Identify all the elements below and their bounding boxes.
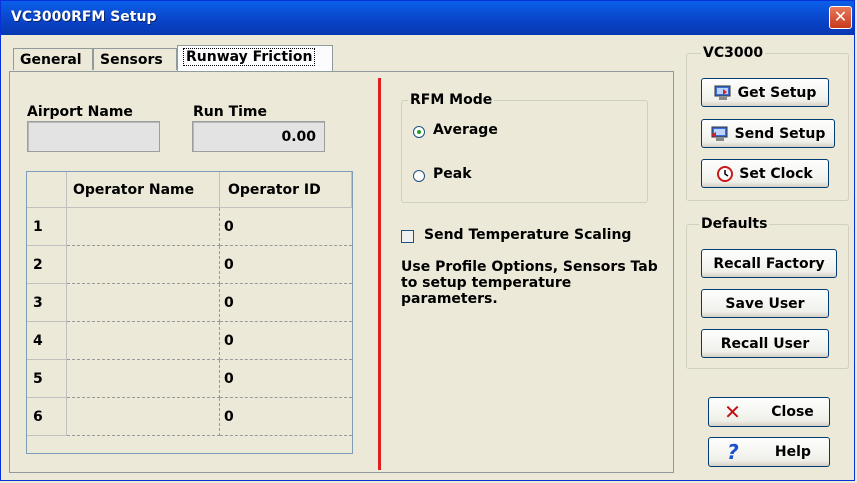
get-setup-button[interactable]: Get Setup <box>701 78 829 107</box>
setup-dialog: VC3000RFM Setup ✕ General Sensors Runway… <box>0 0 855 481</box>
recall-user-button[interactable]: Recall User <box>701 329 829 358</box>
send-temperature-scaling-label[interactable]: Send Temperature Scaling <box>424 227 631 243</box>
question-icon: ? <box>727 440 739 464</box>
operator-name-cell[interactable] <box>67 360 220 398</box>
average-radio-label[interactable]: Average <box>433 122 498 138</box>
close-button-label: Close <box>771 404 814 420</box>
row-number: 4 <box>27 322 67 360</box>
operator-name-cell[interactable] <box>67 208 220 246</box>
tab-general-label: General <box>20 52 82 68</box>
airport-name-label: Airport Name <box>27 104 133 120</box>
rfm-mode-title: RFM Mode <box>408 92 495 108</box>
set-clock-button[interactable]: Set Clock <box>701 159 829 188</box>
run-time-label: Run Time <box>193 104 268 120</box>
help-button-label: Help <box>774 444 811 460</box>
row-number: 6 <box>27 398 67 436</box>
airport-name-field[interactable] <box>27 121 160 152</box>
tab-runway-friction[interactable]: Runway Friction <box>177 45 333 72</box>
x-icon: ✕ <box>724 400 741 424</box>
operator-id-cell[interactable]: 0 <box>220 322 352 360</box>
grid-corner <box>27 172 67 208</box>
peak-radio-label[interactable]: Peak <box>433 166 472 182</box>
tab-sensors[interactable]: Sensors <box>93 48 177 70</box>
operator-id-cell[interactable]: 0 <box>220 246 352 284</box>
temperature-info-text: Use Profile Options, Sensors Tab to setu… <box>401 259 658 307</box>
operator-id-cell[interactable]: 0 <box>220 360 352 398</box>
close-window-button[interactable]: ✕ <box>829 6 852 29</box>
tab-general[interactable]: General <box>13 48 93 70</box>
get-setup-label: Get Setup <box>737 84 817 101</box>
vc3000-title: VC3000 <box>701 45 766 61</box>
close-button[interactable]: ✕ Close <box>708 397 830 427</box>
operator-id-cell[interactable]: 0 <box>220 208 352 246</box>
tab-sensors-label: Sensors <box>100 52 163 68</box>
clock-icon <box>717 165 734 182</box>
operator-id-cell[interactable]: 0 <box>220 284 352 322</box>
monitor-get-icon <box>714 85 732 101</box>
recall-factory-button[interactable]: Recall Factory <box>701 249 837 278</box>
red-divider <box>378 78 381 470</box>
send-setup-label: Send Setup <box>734 125 826 142</box>
operator-name-cell[interactable] <box>67 246 220 284</box>
monitor-send-icon <box>710 126 729 142</box>
title-bar[interactable]: VC3000RFM Setup ✕ <box>1 1 854 35</box>
row-number: 2 <box>27 246 67 284</box>
defaults-title: Defaults <box>699 216 770 232</box>
tab-runway-friction-label: Runway Friction <box>182 48 316 66</box>
save-user-button[interactable]: Save User <box>701 289 829 318</box>
row-number: 1 <box>27 208 67 246</box>
send-setup-button[interactable]: Send Setup <box>701 119 835 148</box>
operator-name-cell[interactable] <box>67 398 220 436</box>
operator-name-cell[interactable] <box>67 322 220 360</box>
help-button[interactable]: ? Help <box>708 437 830 467</box>
rfm-mode-group <box>401 100 648 203</box>
operator-name-cell[interactable] <box>67 284 220 322</box>
peak-radio[interactable] <box>413 170 425 182</box>
row-number: 5 <box>27 360 67 398</box>
row-number: 3 <box>27 284 67 322</box>
operator-id-cell[interactable]: 0 <box>220 398 352 436</box>
set-clock-label: Set Clock <box>739 165 813 182</box>
column-header-operator-id[interactable]: Operator ID <box>220 172 352 208</box>
send-temperature-scaling-checkbox[interactable] <box>401 230 414 243</box>
average-radio[interactable] <box>413 126 425 138</box>
operator-grid: Operator Name Operator ID 1 0 2 0 3 0 4 … <box>26 171 353 454</box>
window-title: VC3000RFM Setup <box>11 9 157 25</box>
column-header-operator-name[interactable]: Operator Name <box>67 172 220 208</box>
run-time-field: 0.00 <box>192 121 325 152</box>
